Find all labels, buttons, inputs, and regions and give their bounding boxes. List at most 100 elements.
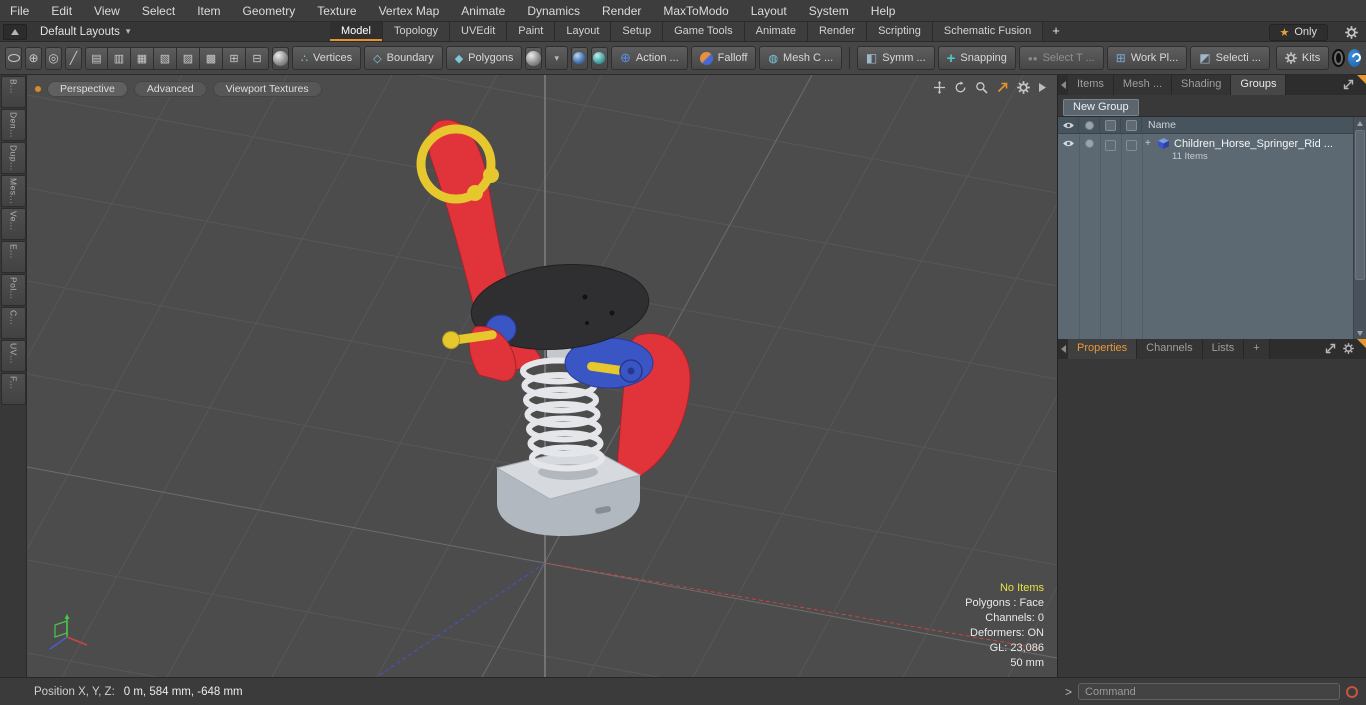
toolbox-density-button[interactable]: Den... xyxy=(1,109,26,141)
mesh-tool-2-button[interactable]: ▥ xyxy=(108,46,131,70)
select-through-button[interactable]: ●● Select T ... xyxy=(1018,46,1104,70)
mesh-tool-5-button[interactable]: ▨ xyxy=(177,46,200,70)
menu-item[interactable]: Item xyxy=(186,4,231,18)
panel-corner-handle[interactable] xyxy=(1357,339,1366,348)
knife-tool-button[interactable]: ╱ xyxy=(65,46,82,70)
menu-maxtomodo[interactable]: MaxToModo xyxy=(652,4,739,18)
tab-channels[interactable]: Channels xyxy=(1137,339,1203,359)
toolbox-duplicate-button[interactable]: Dup... xyxy=(1,142,26,174)
selection-sets-button[interactable]: ◩ Selecti ... xyxy=(1190,46,1270,70)
tab-game-tools[interactable]: Game Tools xyxy=(663,22,745,41)
scrollbar-thumb[interactable] xyxy=(1355,130,1365,280)
command-history-icon[interactable] xyxy=(1346,685,1358,698)
menu-geometry[interactable]: Geometry xyxy=(232,4,307,18)
tab-topology[interactable]: Topology xyxy=(382,22,451,41)
item-mode-button[interactable] xyxy=(525,46,543,70)
render-column-header[interactable] xyxy=(1079,117,1100,133)
menu-view[interactable]: View xyxy=(83,4,131,18)
lock-toggle[interactable] xyxy=(1100,134,1121,166)
menu-layout[interactable]: Layout xyxy=(740,4,798,18)
symmetry-button[interactable]: ◧ Symm ... xyxy=(856,46,935,70)
layout-preset-dropdown[interactable]: Default Layouts ▾ xyxy=(34,22,136,41)
zoom-icon[interactable] xyxy=(975,81,988,94)
toolbox-basic-button[interactable]: B... xyxy=(1,76,26,108)
modo-logo[interactable] xyxy=(1348,49,1363,67)
panel-corner-handle[interactable] xyxy=(1357,75,1366,84)
filter-toggle[interactable] xyxy=(1121,134,1142,166)
snapping-button[interactable]: + Snapping xyxy=(937,46,1016,70)
menu-texture[interactable]: Texture xyxy=(306,4,367,18)
pin-tool-button[interactable]: ◎ xyxy=(45,46,62,70)
tab-shading[interactable]: Shading xyxy=(1172,75,1232,95)
menu-help[interactable]: Help xyxy=(860,4,907,18)
falloff-button[interactable]: Falloff xyxy=(690,46,757,70)
add-layout-tab-button[interactable]: + xyxy=(1043,22,1069,41)
only-filter-button[interactable]: ★ Only xyxy=(1268,23,1328,41)
panel-settings-gear-icon[interactable] xyxy=(1343,343,1354,354)
action-center-button[interactable]: ⊕ Action ... xyxy=(610,46,688,70)
new-group-button[interactable]: New Group xyxy=(1063,99,1139,116)
viewport-projection-button[interactable]: Perspective xyxy=(47,81,128,97)
center-mode-button[interactable] xyxy=(570,46,588,70)
toolbox-falloff-button[interactable]: F... xyxy=(1,373,26,405)
tab-animate[interactable]: Animate xyxy=(744,22,808,41)
3d-scene[interactable] xyxy=(27,75,1057,677)
viewport-3d[interactable]: Perspective Advanced Viewport Textures N… xyxy=(27,75,1057,677)
mesh-constraints-button[interactable]: ◍ Mesh C ... xyxy=(759,46,843,70)
panel-grip[interactable] xyxy=(1058,75,1068,95)
menu-edit[interactable]: Edit xyxy=(40,4,83,18)
item-name[interactable]: Children_Horse_Springer_Rid ... xyxy=(1174,138,1333,150)
mesh-tool-4-button[interactable]: ▧ xyxy=(154,46,177,70)
toolbox-edge-button[interactable]: E... xyxy=(1,241,26,273)
toolbox-mesh-button[interactable]: Mes... xyxy=(1,175,26,207)
maximize-viewport-icon[interactable] xyxy=(996,81,1009,94)
tab-items[interactable]: Items xyxy=(1068,75,1114,95)
tab-mesh[interactable]: Mesh ... xyxy=(1113,75,1173,95)
lock-column-header[interactable] xyxy=(1100,117,1121,133)
name-column-header[interactable]: Name xyxy=(1142,119,1353,131)
shaded-sphere-button[interactable] xyxy=(272,46,289,70)
menu-animate[interactable]: Animate xyxy=(450,4,516,18)
viewport-textures-button[interactable]: Viewport Textures xyxy=(212,81,322,97)
layout-settings-gear-button[interactable] xyxy=(1340,24,1362,41)
polygons-mode-button[interactable]: ◆ Polygons xyxy=(445,46,523,70)
toolbox-uv-button[interactable]: UV... xyxy=(1,340,26,372)
tab-scripting[interactable]: Scripting xyxy=(867,22,933,41)
boundary-mode-button[interactable]: ◇ Boundary xyxy=(364,46,443,70)
mesh-tool-8-button[interactable]: ⊟ xyxy=(246,46,269,70)
menu-system[interactable]: System xyxy=(798,4,860,18)
viewport-menu-arrow-icon[interactable] xyxy=(1038,82,1047,93)
expand-panel-icon[interactable] xyxy=(1325,343,1336,354)
expand-panel-icon[interactable] xyxy=(1343,79,1354,90)
tab-properties[interactable]: Properties xyxy=(1068,339,1138,359)
tab-lists[interactable]: Lists xyxy=(1202,339,1245,359)
work-plane-button[interactable]: ⊞ Work Pl... xyxy=(1106,46,1188,70)
table-row[interactable]: + Children_Horse_Springer_Rid ... 11 Ite… xyxy=(1058,134,1353,166)
list-scrollbar[interactable] xyxy=(1353,117,1366,339)
tab-schematic-fusion[interactable]: Schematic Fusion xyxy=(932,22,1044,41)
mesh-tool-3-button[interactable]: ▦ xyxy=(131,46,154,70)
layout-up-button[interactable] xyxy=(3,24,27,40)
render-toggle[interactable] xyxy=(1079,134,1100,166)
mesh-tool-6-button[interactable]: ▩ xyxy=(200,46,223,70)
tab-setup[interactable]: Setup xyxy=(611,22,664,41)
sphere-primitive-button[interactable]: ⊕ xyxy=(25,46,42,70)
add-panel-tab-button[interactable]: + xyxy=(1244,339,1270,359)
pan-move-icon[interactable] xyxy=(933,81,946,94)
menu-vertex-map[interactable]: Vertex Map xyxy=(368,4,451,18)
expand-item-icon[interactable]: + xyxy=(1145,138,1153,149)
tab-render[interactable]: Render xyxy=(807,22,868,41)
vertices-mode-button[interactable]: ∴ Vertices xyxy=(292,46,362,70)
mesh-tool-1-button[interactable]: ▤ xyxy=(85,46,108,70)
tab-layout[interactable]: Layout xyxy=(555,22,612,41)
viewport-shading-button[interactable]: Advanced xyxy=(133,81,207,97)
visibility-column-header[interactable] xyxy=(1058,117,1079,133)
toolbox-vertex-button[interactable]: Ve... xyxy=(1,208,26,240)
rotate-view-icon[interactable] xyxy=(954,81,967,94)
tab-groups[interactable]: Groups xyxy=(1231,75,1287,95)
menu-select[interactable]: Select xyxy=(131,4,186,18)
command-input[interactable] xyxy=(1078,683,1340,700)
toolbox-curve-button[interactable]: C... xyxy=(1,307,26,339)
tab-model[interactable]: Model xyxy=(330,22,383,41)
filter-column-header[interactable] xyxy=(1121,117,1142,133)
